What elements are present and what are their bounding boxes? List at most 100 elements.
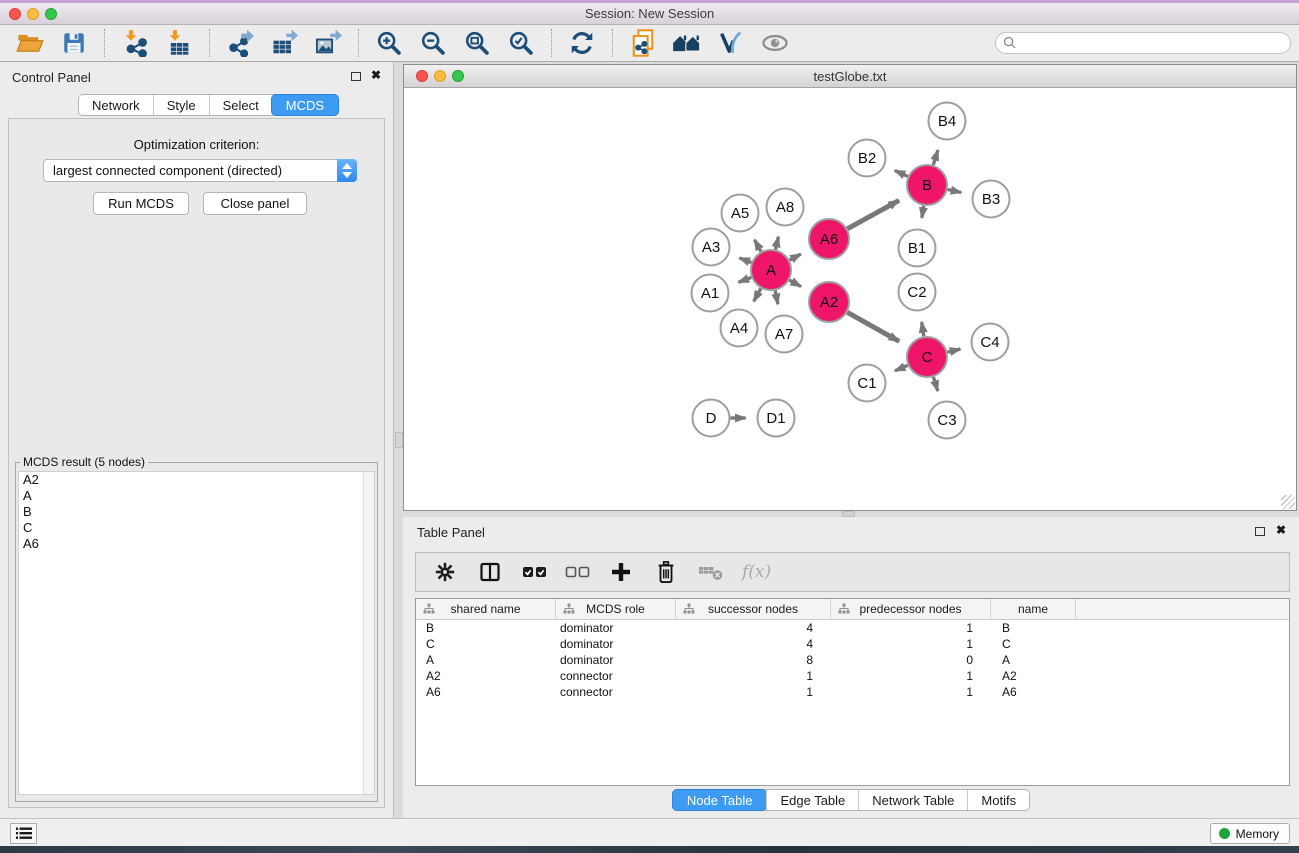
graph-edge-A-A7[interactable]: [775, 291, 778, 305]
home-button[interactable]: [669, 27, 705, 59]
function-builder-button[interactable]: f(x): [742, 562, 771, 582]
table-row[interactable]: A2connector11A2: [416, 668, 1289, 684]
add-column-button[interactable]: [603, 556, 639, 588]
graph-node-B1[interactable]: B1: [899, 230, 936, 267]
import-network-button[interactable]: [117, 27, 153, 59]
graph-edge-A-A2[interactable]: [789, 280, 801, 286]
graph-edge-B-B3[interactable]: [948, 189, 962, 192]
zoom-fit-button[interactable]: [459, 27, 495, 59]
duplicate-network-button[interactable]: [625, 27, 661, 59]
tab-select[interactable]: Select: [209, 95, 272, 115]
graph-edge-C-C2[interactable]: [922, 322, 924, 336]
column-view-button[interactable]: [472, 556, 508, 588]
tab-node-table[interactable]: Node Table: [672, 789, 768, 811]
graph-edge-A-A3[interactable]: [739, 258, 751, 263]
zoom-out-button[interactable]: [415, 27, 451, 59]
graph-node-C4[interactable]: C4: [972, 324, 1009, 361]
close-panel-button[interactable]: Close panel: [203, 192, 307, 215]
save-session-button[interactable]: [56, 27, 92, 59]
close-panel-icon[interactable]: ✖: [371, 68, 381, 82]
graph-edge-B-B4[interactable]: [933, 150, 938, 165]
graph-node-A3[interactable]: A3: [693, 229, 730, 266]
graph-edge-A-A1[interactable]: [739, 277, 752, 282]
eye-button[interactable]: [757, 27, 793, 59]
export-table-button[interactable]: [266, 27, 302, 59]
mcds-result-item[interactable]: A: [19, 488, 374, 504]
graph-node-B2[interactable]: B2: [849, 140, 886, 177]
refresh-button[interactable]: [564, 27, 600, 59]
mcds-result-item[interactable]: B: [19, 504, 374, 520]
graph-edge-A-A4[interactable]: [754, 288, 761, 301]
mcds-result-item[interactable]: A2: [19, 472, 374, 488]
graph-node-A5[interactable]: A5: [722, 195, 759, 232]
table-float-panel-icon[interactable]: [1255, 527, 1265, 536]
table-close-panel-icon[interactable]: ✖: [1276, 523, 1286, 537]
zoom-selected-button[interactable]: [503, 27, 539, 59]
zoom-in-button[interactable]: [371, 27, 407, 59]
task-history-button[interactable]: [10, 823, 37, 844]
column-header-predecessor-nodes[interactable]: predecessor nodes: [831, 599, 991, 619]
vertical-split-handle[interactable]: [395, 432, 403, 448]
table-settings-button[interactable]: [427, 556, 463, 588]
show-hide-panels-button[interactable]: [713, 27, 749, 59]
graph-edge-A6-B[interactable]: [847, 200, 899, 228]
column-header-name[interactable]: name: [991, 599, 1076, 619]
graph-node-A2[interactable]: A2: [809, 282, 849, 322]
graph-node-A1[interactable]: A1: [692, 275, 729, 312]
mcds-result-item[interactable]: C: [19, 520, 374, 536]
deselect-all-button[interactable]: [560, 556, 596, 588]
graph-edge-B-B1[interactable]: [922, 206, 924, 218]
column-header-successor-nodes[interactable]: successor nodes: [676, 599, 831, 619]
float-panel-icon[interactable]: [351, 72, 361, 81]
table-row[interactable]: Cdominator41C: [416, 636, 1289, 652]
graph-edge-C-C4[interactable]: [947, 349, 960, 352]
open-session-button[interactable]: [12, 27, 48, 59]
tab-network[interactable]: Network: [79, 95, 153, 115]
graph-node-A4[interactable]: A4: [721, 310, 758, 347]
graph-node-C1[interactable]: C1: [849, 365, 886, 402]
graph-edge-A-A8[interactable]: [776, 237, 779, 250]
graph-node-B4[interactable]: B4: [929, 103, 966, 140]
tab-motifs[interactable]: Motifs: [967, 790, 1029, 810]
mcds-result-item[interactable]: A6: [19, 536, 374, 552]
export-image-button[interactable]: [310, 27, 346, 59]
optimization-criterion-select[interactable]: largest connected component (directed): [43, 159, 357, 182]
graph-node-D[interactable]: D: [693, 400, 730, 437]
export-network-button[interactable]: [222, 27, 258, 59]
graph-node-A[interactable]: A: [751, 250, 791, 290]
graph-edge-C-C1[interactable]: [895, 365, 908, 371]
result-list-scrollbar[interactable]: [363, 472, 374, 794]
table-row[interactable]: A6connector11A6: [416, 684, 1289, 700]
window-resize-grip[interactable]: [1281, 495, 1295, 509]
graph-node-A6[interactable]: A6: [809, 219, 849, 259]
graph-node-A8[interactable]: A8: [767, 189, 804, 226]
graph-edge-C-C3[interactable]: [933, 377, 937, 391]
graph-edge-A2-C[interactable]: [847, 312, 899, 341]
table-row[interactable]: Adominator80A: [416, 652, 1289, 668]
network-graph-canvas[interactable]: B4 B2 B B3 A8A5 A6 A3 B1 A A1 C2 A2 A4A7 C4 C C1 D D1 C3: [404, 89, 1296, 511]
graph-node-C[interactable]: C: [907, 337, 947, 377]
search-input[interactable]: [995, 32, 1291, 54]
delete-column-button[interactable]: [648, 556, 684, 588]
tab-network-table[interactable]: Network Table: [858, 790, 967, 810]
graph-node-C2[interactable]: C2: [899, 274, 936, 311]
column-header-mcds-role[interactable]: MCDS role: [556, 599, 676, 619]
tab-style[interactable]: Style: [153, 95, 209, 115]
graph-node-C3[interactable]: C3: [929, 402, 966, 439]
graph-node-A7[interactable]: A7: [766, 316, 803, 353]
tab-mcds[interactable]: MCDS: [271, 94, 339, 116]
graph-edge-A-A5[interactable]: [755, 240, 761, 252]
graph-edge-A-A6[interactable]: [790, 254, 801, 260]
import-table-button[interactable]: [161, 27, 197, 59]
graph-node-B[interactable]: B: [907, 165, 947, 205]
memory-button[interactable]: Memory: [1210, 823, 1290, 844]
column-header-shared-name[interactable]: shared name: [416, 599, 556, 619]
select-all-button[interactable]: [517, 556, 553, 588]
table-row[interactable]: Bdominator41B: [416, 620, 1289, 636]
graph-edge-B-B2[interactable]: [895, 171, 908, 177]
graph-node-D1[interactable]: D1: [758, 400, 795, 437]
run-mcds-button[interactable]: Run MCDS: [93, 192, 189, 215]
delete-table-button[interactable]: [693, 556, 729, 588]
graph-node-B3[interactable]: B3: [973, 181, 1010, 218]
tab-edge-table[interactable]: Edge Table: [766, 790, 858, 810]
